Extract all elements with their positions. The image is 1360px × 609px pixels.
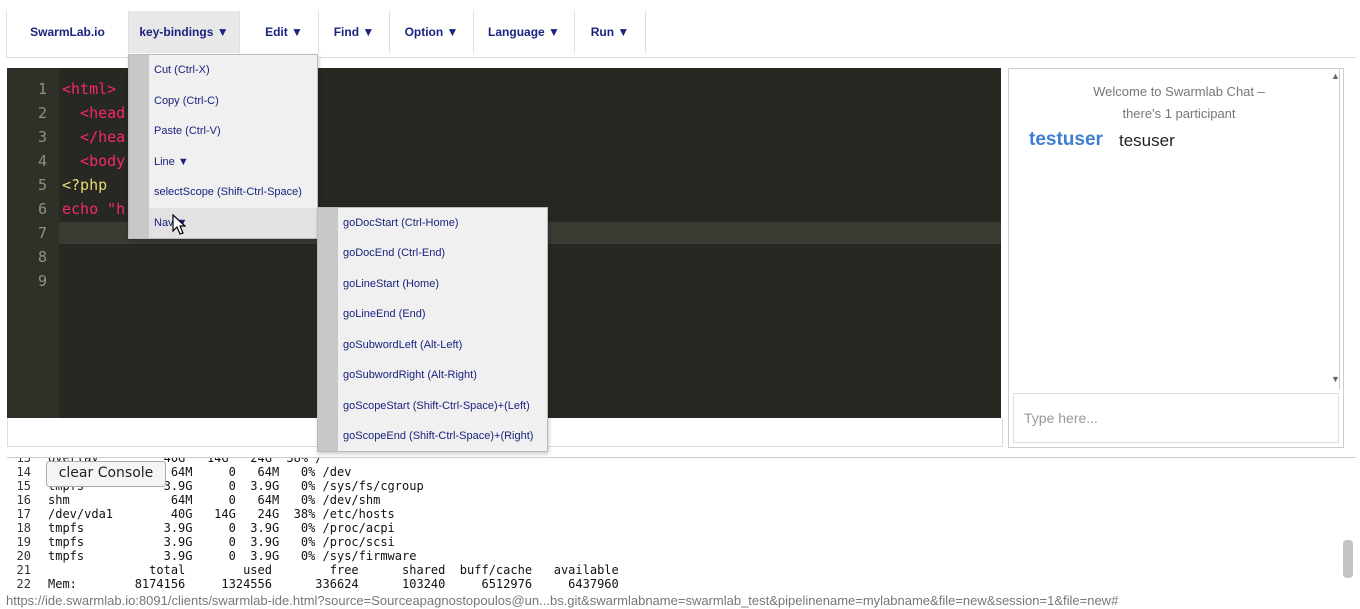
code-line[interactable]: </hea xyxy=(62,128,125,146)
chat-input-box xyxy=(1013,393,1346,443)
console-line-text: tmpfs 3.9G 0 3.9G 0% /proc/acpi xyxy=(48,521,395,535)
status-url: https://ide.swarmlab.io:8091/clients/swa… xyxy=(6,593,1119,608)
menu-item-line[interactable]: Line ▼ xyxy=(149,147,317,177)
menu-swarmlab-home[interactable]: SwarmLab.io xyxy=(7,11,129,53)
menu-item-select-scope[interactable]: selectScope (Shift-Ctrl-Space) xyxy=(149,177,317,207)
chat-message: tesuser xyxy=(1119,131,1175,150)
chat-panel: Welcome to Swarmlab Chat – there's 1 par… xyxy=(1008,68,1346,448)
console-line: 21 total used free shared buff/cache ava… xyxy=(7,563,619,577)
mouse-pointer-icon xyxy=(172,214,186,235)
console-line-number: 18 xyxy=(16,521,31,535)
clear-console-button[interactable]: clear Console xyxy=(46,461,166,487)
menu-item-go-scope-start[interactable]: goScopeStart (Shift-Ctrl-Space)+(Left) xyxy=(338,391,547,421)
console-line: 16 shm 64M 0 64M 0% /dev/shm xyxy=(7,493,381,507)
menu-item-go-line-end[interactable]: goLineEnd (End) xyxy=(338,299,547,329)
console-line-text: tmpfs 3.9G 0 3.9G 0% /proc/scsi xyxy=(48,535,395,549)
menu-item-copy[interactable]: Copy (Ctrl-C) xyxy=(149,86,317,116)
line-number: 6 xyxy=(37,200,47,218)
dropdown-icon-strip xyxy=(318,208,338,451)
console-line-text: /dev/vda1 40G 14G 24G 38% /etc/hosts xyxy=(48,507,395,521)
line-number: 8 xyxy=(37,248,47,266)
console-line-number: 17 xyxy=(16,507,31,521)
console-line: 22 Mem: 8174156 1324556 336624 103240 651… xyxy=(7,577,619,591)
code-line[interactable]: echo "h xyxy=(62,200,125,218)
console-line-number: 20 xyxy=(16,549,31,563)
menu-item-go-doc-end[interactable]: goDocEnd (Ctrl-End) xyxy=(338,238,547,268)
menu-item-go-subword-right[interactable]: goSubwordRight (Alt-Right) xyxy=(338,360,547,390)
console-line: 19 tmpfs 3.9G 0 3.9G 0% /proc/scsi xyxy=(7,535,395,549)
line-number: 5 xyxy=(37,176,47,194)
nav-submenu: goDocStart (Ctrl-Home) goDocEnd (Ctrl-En… xyxy=(317,207,548,452)
console-line-number: 19 xyxy=(16,535,31,549)
menu-item-go-subword-left[interactable]: goSubwordLeft (Alt-Left) xyxy=(338,330,547,360)
menu-edit[interactable]: Edit ▼ xyxy=(250,11,319,53)
console-output[interactable]: 13 overlay 40G 14G 24G 38% / 14 tmpfs 64M … xyxy=(7,457,1356,592)
console-line: 17/dev/vda1 40G 14G 24G 38% /etc/hosts xyxy=(7,507,395,521)
console-line-text: shm 64M 0 64M 0% /dev/shm xyxy=(48,493,381,507)
dropdown-icon-strip xyxy=(129,55,149,238)
line-number: 9 xyxy=(37,272,47,290)
console-line-text: Mem: 8174156 1324556 336624 103240 65129… xyxy=(48,577,619,591)
chat-username: testuser xyxy=(1029,129,1103,150)
console-line-number: 14 xyxy=(16,465,31,479)
chat-input[interactable] xyxy=(1014,394,1346,442)
console-scrollbar[interactable] xyxy=(1343,540,1353,578)
menu-key-bindings[interactable]: key-bindings ▼ xyxy=(129,11,240,53)
editor-gutter: 1 2 3 4 5 6 7 8 9 xyxy=(7,68,59,418)
line-number: 3 xyxy=(37,128,47,146)
scroll-up-icon[interactable]: ▲ xyxy=(1331,71,1340,81)
menu-language[interactable]: Language ▼ xyxy=(474,11,575,53)
console-line-number: 16 xyxy=(16,493,31,507)
menu-bar: SwarmLab.io key-bindings ▼ Edit ▼ Find ▼… xyxy=(6,11,1356,58)
menu-item-paste[interactable]: Paste (Ctrl-V) xyxy=(149,116,317,146)
console-line-number: 15 xyxy=(16,479,31,493)
console-line-number: 22 xyxy=(16,577,31,591)
code-line[interactable]: <html> xyxy=(62,80,116,98)
code-line[interactable]: <?php xyxy=(62,176,107,194)
console-line: 20 tmpfs 3.9G 0 3.9G 0% /sys/firmware xyxy=(7,549,417,563)
chat-messages[interactable]: Welcome to Swarmlab Chat – there's 1 par… xyxy=(1009,69,1340,389)
chat-welcome-line2: there's 1 participant xyxy=(1122,106,1236,121)
menu-item-go-scope-end[interactable]: goScopeEnd (Shift-Ctrl-Space)+(Right) xyxy=(338,421,547,451)
line-number: 7 xyxy=(37,224,47,242)
line-number: 2 xyxy=(37,104,47,122)
console-line-text: total used free shared buff/cache availa… xyxy=(48,563,619,577)
key-bindings-dropdown: Cut (Ctrl-X) Copy (Ctrl-C) Paste (Ctrl-V… xyxy=(128,54,318,239)
menu-item-go-line-start[interactable]: goLineStart (Home) xyxy=(338,269,547,299)
menu-find[interactable]: Find ▼ xyxy=(319,11,390,53)
line-number: 1 xyxy=(37,80,47,98)
console-line-text: tmpfs 3.9G 0 3.9G 0% /sys/firmware xyxy=(48,549,417,563)
menu-item-go-doc-start[interactable]: goDocStart (Ctrl-Home) xyxy=(338,208,547,238)
console-line-number: 13 xyxy=(16,457,31,465)
scroll-down-icon[interactable]: ▼ xyxy=(1331,374,1340,384)
line-number: 4 xyxy=(37,152,47,170)
console-line: 18 tmpfs 3.9G 0 3.9G 0% /proc/acpi xyxy=(7,521,395,535)
console-line-number: 21 xyxy=(16,563,31,577)
chat-welcome-line1: Welcome to Swarmlab Chat – xyxy=(1093,84,1265,99)
menu-run[interactable]: Run ▼ xyxy=(575,11,646,53)
menu-item-cut[interactable]: Cut (Ctrl-X) xyxy=(149,55,317,85)
code-line[interactable]: <head xyxy=(62,104,125,122)
code-line[interactable]: <body xyxy=(62,152,125,170)
menu-option[interactable]: Option ▼ xyxy=(390,11,474,53)
